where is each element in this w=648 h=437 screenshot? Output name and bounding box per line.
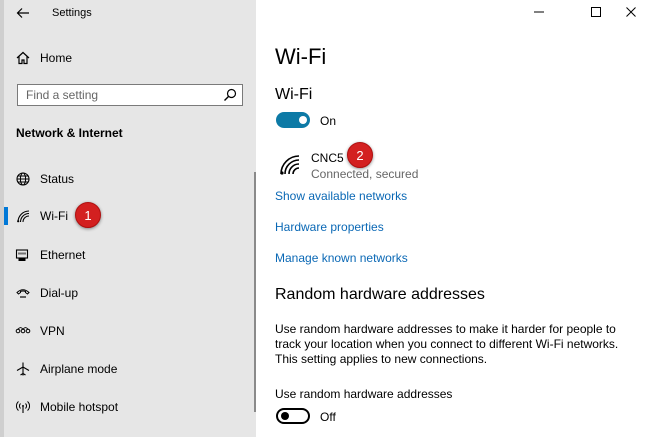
toggle-knob	[281, 412, 289, 420]
search-icon[interactable]	[223, 88, 237, 102]
airplane-icon	[16, 362, 30, 376]
sidebar-item-dialup[interactable]: Dial-up	[0, 276, 256, 310]
network-status: Connected, secured	[311, 167, 419, 181]
annotation-badge-2: 2	[347, 142, 373, 168]
maximize-button[interactable]	[586, 4, 606, 20]
wifi-signal-icon[interactable]	[279, 154, 301, 176]
sidebar-item-label: Wi-Fi	[40, 209, 68, 223]
random-addresses-option-label: Use random hardware addresses	[275, 387, 453, 401]
annotation-badge-1: 1	[75, 202, 101, 228]
vpn-icon	[15, 327, 31, 334]
random-addresses-heading: Random hardware addresses	[275, 286, 485, 303]
sidebar-item-vpn[interactable]: VPN	[0, 314, 256, 348]
sidebar-item-label: VPN	[40, 324, 65, 338]
random-addresses-toggle-label: Off	[320, 410, 336, 424]
search-input[interactable]	[18, 85, 222, 105]
close-button[interactable]	[621, 4, 641, 20]
minimize-icon	[534, 11, 544, 13]
close-icon	[626, 7, 636, 17]
sidebar-item-label: Home	[40, 51, 73, 65]
search-box[interactable]	[17, 84, 243, 106]
manage-known-networks-link[interactable]: Manage known networks	[275, 251, 408, 265]
globe-icon	[16, 172, 30, 186]
dialup-icon	[16, 289, 30, 298]
section-heading: Network & Internet	[16, 126, 123, 140]
sidebar-item-mobile-hotspot[interactable]: Mobile hotspot	[0, 390, 256, 424]
show-available-networks-link[interactable]: Show available networks	[275, 189, 407, 203]
back-arrow-icon[interactable]	[16, 6, 30, 20]
sidebar-item-wifi[interactable]: Wi-Fi	[0, 199, 256, 233]
ethernet-icon	[15, 249, 29, 261]
sidebar-item-home[interactable]: Home	[0, 41, 256, 75]
hardware-properties-link[interactable]: Hardware properties	[275, 220, 384, 234]
sidebar-item-label: Status	[40, 172, 75, 186]
main-panel: Wi-Fi Wi-Fi On CNC5 Connected, secured 2…	[256, 0, 648, 437]
network-name[interactable]: CNC5	[311, 151, 344, 165]
minimize-button[interactable]	[529, 4, 549, 20]
sidebar-item-label: Dial-up	[40, 286, 79, 300]
sidebar: Settings Home Network & Internet Status …	[0, 0, 256, 437]
maximize-icon	[591, 7, 601, 17]
wifi-toggle-label: On	[320, 114, 337, 128]
sidebar-item-label: Ethernet	[40, 248, 86, 262]
home-icon	[16, 51, 30, 65]
random-addresses-description: Use random hardware addresses to make it…	[275, 322, 619, 366]
sidebar-item-label: Airplane mode	[40, 362, 118, 376]
sidebar-item-airplane-mode[interactable]: Airplane mode	[0, 352, 256, 386]
wifi-icon	[17, 210, 30, 223]
sidebar-item-label: Mobile hotspot	[40, 400, 119, 414]
random-addresses-toggle[interactable]	[276, 408, 310, 424]
sidebar-item-status[interactable]: Status	[0, 162, 256, 196]
wifi-toggle[interactable]	[276, 112, 310, 128]
sidebar-item-ethernet[interactable]: Ethernet	[0, 238, 256, 272]
app-title: Settings	[52, 7, 92, 19]
toggle-knob	[299, 116, 307, 124]
page-title: Wi-Fi	[275, 44, 327, 69]
hotspot-icon	[16, 401, 30, 413]
wifi-section-title: Wi-Fi	[275, 86, 313, 103]
